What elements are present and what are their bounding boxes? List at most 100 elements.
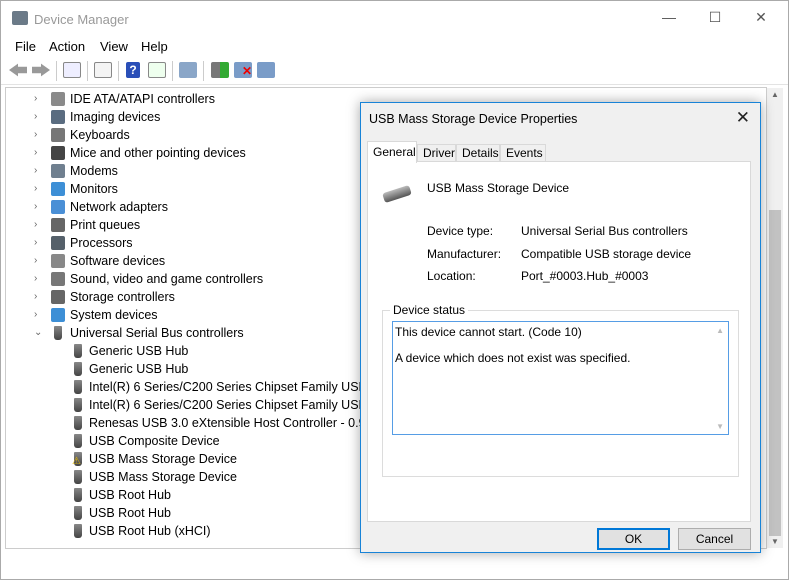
menu-action[interactable]: Action [49,39,85,54]
tree-category-label: Mice and other pointing devices [70,146,246,160]
scroll-down-icon[interactable]: ▼ [716,422,724,431]
chevron-right-icon[interactable]: › [34,270,44,288]
help-icon[interactable]: ? [126,62,140,78]
chevron-right-icon[interactable]: › [34,108,44,126]
scroll-down-icon[interactable]: ▼ [771,537,779,546]
ok-button[interactable]: OK [597,528,670,550]
separator [118,61,119,81]
tree-device-label: USB Root Hub [89,506,171,520]
dialog-close-button[interactable]: ✕ [736,108,750,128]
category-icon [51,92,65,106]
tree-category-label: IDE ATA/ATAPI controllers [70,92,215,106]
chevron-right-icon[interactable]: › [34,90,44,108]
usb-icon [54,326,62,340]
separator [203,61,204,81]
status-line-2: A device which does not exist was specif… [395,351,631,365]
scroll-up-icon[interactable]: ▲ [716,326,724,335]
chevron-right-icon[interactable]: › [34,234,44,252]
chevron-right-icon[interactable]: › [34,198,44,216]
tab-details[interactable]: Details [456,144,500,162]
tree-device-label: Intel(R) 6 Series/C200 Series Chipset Fa… [89,380,393,394]
cancel-button[interactable]: Cancel [678,528,751,550]
tree-category-label: Network adapters [70,200,168,214]
chevron-right-icon[interactable]: › [34,144,44,162]
category-icon [51,218,65,232]
manufacturer-value: Compatible USB storage device [521,247,692,261]
menu-file[interactable]: File [15,39,36,54]
usb-icon [74,434,82,448]
tree-device-label: USB Mass Storage Device [89,470,237,484]
location-value: Port_#0003.Hub_#0003 [521,269,649,283]
tree-device-label: USB Root Hub [89,488,171,502]
chevron-right-icon[interactable]: › [34,162,44,180]
category-icon [51,236,65,250]
device-type-label: Device type: [427,224,494,238]
separator [56,61,57,81]
usb-icon [74,524,82,538]
tree-device-label: Generic USB Hub [89,344,189,358]
tree-category-label: Storage controllers [70,290,175,304]
chevron-right-icon[interactable]: › [34,306,44,324]
scroll-up-icon[interactable]: ▲ [771,90,779,99]
maximize-button[interactable]: ☐ [700,9,730,29]
usb-icon [74,488,82,502]
chevron-down-icon[interactable]: ⌄ [34,324,44,342]
usb-icon [74,470,82,484]
uninstall-device-icon[interactable]: ✕ [234,62,252,78]
toolbar: ? ✕ [1,57,788,85]
category-icon [51,164,65,178]
tree-category-label: System devices [70,308,158,322]
tree-device-label: Intel(R) 6 Series/C200 Series Chipset Fa… [89,398,393,412]
tab-general[interactable]: General [367,141,417,163]
tab-events[interactable]: Events [500,144,546,162]
show-action-pane-icon[interactable] [148,62,166,78]
scrollbar-thumb[interactable] [769,210,781,536]
tree-category-label: Imaging devices [70,110,161,124]
tab-driver[interactable]: Driver [417,144,456,162]
category-icon [51,254,65,268]
chevron-right-icon[interactable]: › [34,126,44,144]
manufacturer-label: Manufacturer: [427,247,502,261]
usb-icon [74,398,82,412]
device-status-textbox[interactable]: This device cannot start. (Code 10) A de… [392,321,729,435]
category-icon [51,110,65,124]
tree-category-label: Monitors [70,182,118,196]
update-driver-icon[interactable] [211,62,229,78]
category-icon [51,290,65,304]
tree-category-label: Sound, video and game controllers [70,272,264,286]
properties-icon[interactable] [94,62,112,78]
device-status-label: Device status [390,303,469,317]
tree-device-label: Renesas USB 3.0 eXtensible Host Controll… [89,416,391,430]
device-name: USB Mass Storage Device [427,181,570,195]
device-type-value: Universal Serial Bus controllers [521,224,688,238]
scan-hardware-icon[interactable] [179,62,197,78]
menu-help[interactable]: Help [141,39,168,54]
tree-device-label: USB Mass Storage Device [89,452,237,466]
forward-icon[interactable] [32,63,50,77]
category-icon [51,200,65,214]
window-title: Device Manager [34,12,129,27]
close-button[interactable]: ✕ [746,9,776,29]
properties-dialog: USB Mass Storage Device Properties ✕ Gen… [360,102,761,553]
category-icon [51,128,65,142]
vertical-scrollbar[interactable]: ▲ ▼ [767,88,783,548]
usb-device-icon [382,184,412,204]
chevron-right-icon[interactable]: › [34,288,44,306]
chevron-right-icon[interactable]: › [34,216,44,234]
status-line-1: This device cannot start. (Code 10) [395,325,582,339]
tree-device-label: Generic USB Hub [89,362,189,376]
chevron-right-icon[interactable]: › [34,252,44,270]
usb-icon [74,380,82,394]
tree-category-label: Modems [70,164,118,178]
disable-device-icon[interactable] [257,62,275,78]
tree-category-label: Keyboards [70,128,130,142]
back-icon[interactable] [9,63,27,77]
show-hide-console-tree-icon[interactable] [63,62,81,78]
location-label: Location: [427,269,476,283]
general-panel: USB Mass Storage Device Device type: Uni… [367,161,751,522]
chevron-right-icon[interactable]: › [34,180,44,198]
usb-icon [74,344,82,358]
minimize-button[interactable]: — [654,9,684,29]
usb-icon [74,416,82,430]
menu-view[interactable]: View [100,39,128,54]
